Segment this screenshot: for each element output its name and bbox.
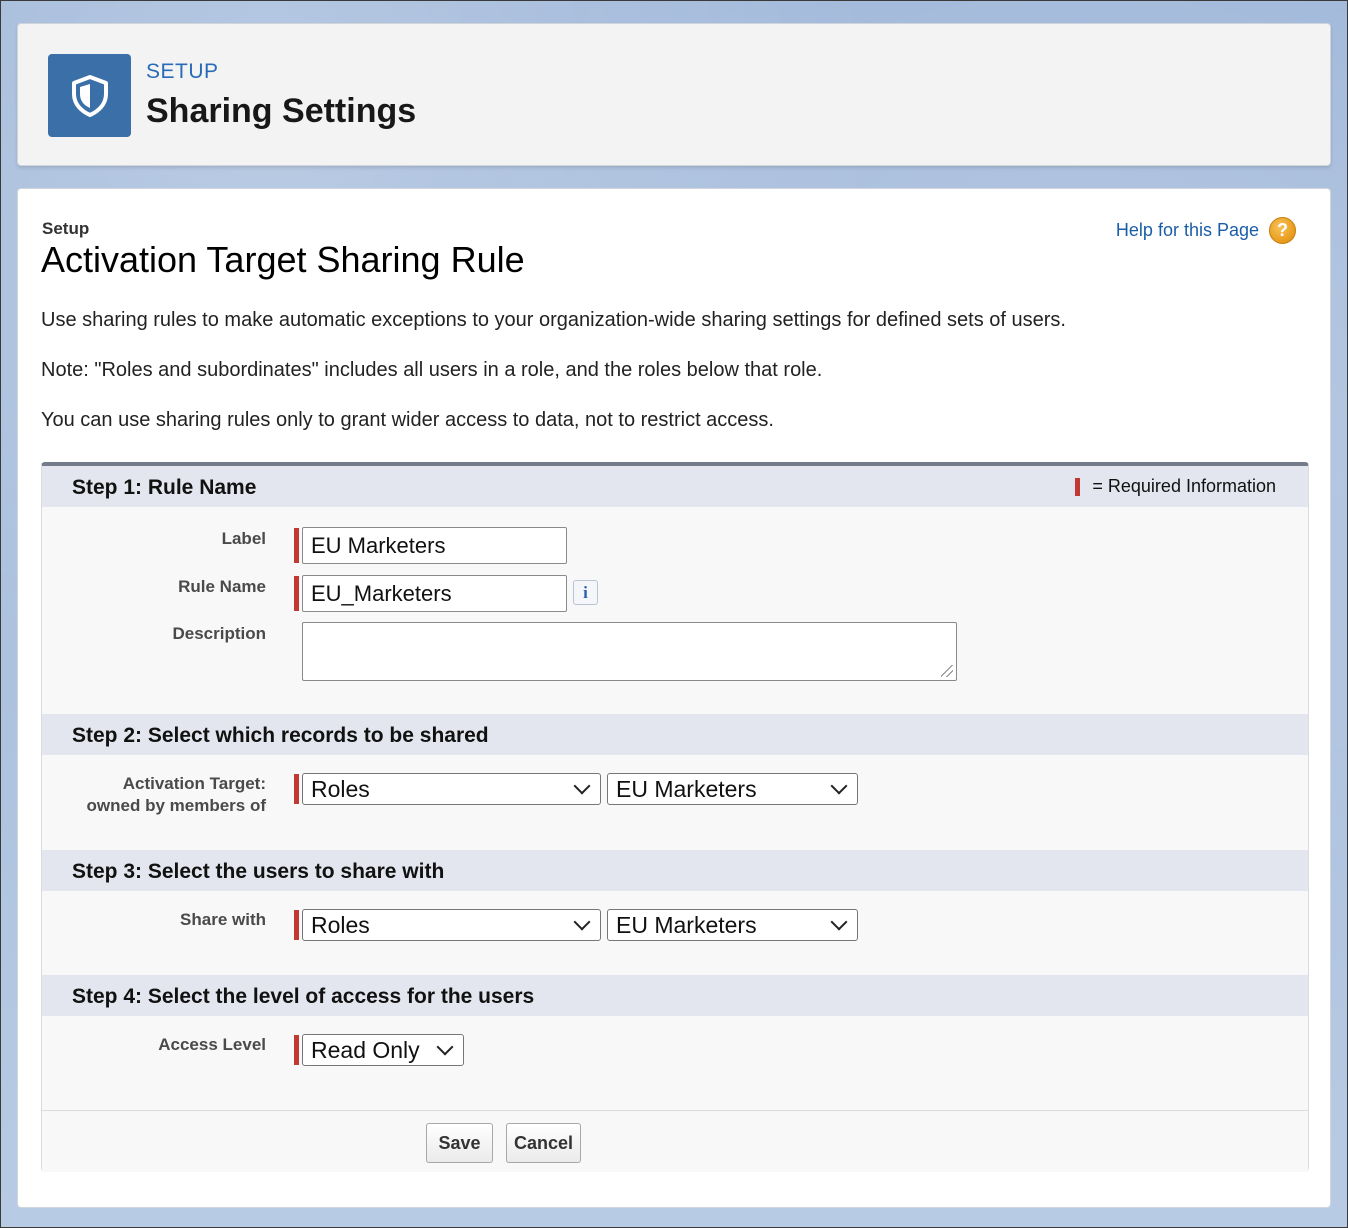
required-marker — [294, 774, 299, 804]
access-level-select[interactable]: Read Only — [302, 1034, 464, 1066]
rule-name-input[interactable] — [302, 575, 567, 612]
help-question-icon[interactable]: ? — [1269, 217, 1296, 244]
chevron-down-icon — [830, 913, 848, 931]
breadcrumb: Setup — [42, 219, 90, 238]
page-title: Activation Target Sharing Rule — [41, 239, 525, 280]
step4-header: Step 4: Select the level of access for t… — [42, 975, 1308, 1016]
description-textarea[interactable] — [302, 622, 957, 681]
chevron-down-icon — [573, 777, 591, 795]
owned-by-label-line1: Activation Target: — [122, 774, 266, 793]
cancel-button[interactable]: Cancel — [506, 1123, 581, 1163]
chevron-down-icon — [830, 777, 848, 795]
step2-title: Step 2: Select which records to be share… — [72, 724, 489, 747]
required-legend-text: = Required Information — [1092, 476, 1276, 496]
intro-text-2: Note: "Roles and subordinates" includes … — [41, 359, 823, 381]
chevron-down-icon — [573, 913, 591, 931]
header-title: Sharing Settings — [146, 92, 417, 130]
main-content: Setup Activation Target Sharing Rule Hel… — [17, 188, 1331, 1208]
required-marker — [294, 910, 299, 940]
required-marker — [1075, 477, 1081, 496]
share-with-field-label: Share with — [180, 910, 266, 929]
share-with-type-value: Roles — [311, 911, 370, 938]
required-marker — [294, 528, 299, 563]
intro-text-3: You can use sharing rules only to grant … — [41, 409, 774, 431]
help-link[interactable]: Help for this Page ? — [1116, 217, 1296, 244]
step4-title: Step 4: Select the level of access for t… — [72, 985, 535, 1008]
step1-title: Step 1: Rule Name — [72, 476, 257, 499]
sharing-rule-form: Step 1: Rule Name = Required Information… — [41, 462, 1309, 1172]
access-level-value: Read Only — [311, 1036, 420, 1063]
step2-header: Step 2: Select which records to be share… — [42, 714, 1308, 755]
header-eyebrow: SETUP — [146, 60, 219, 83]
owned-by-group-select[interactable]: EU Marketers — [607, 773, 858, 805]
owned-by-type-value: Roles — [311, 775, 370, 802]
owned-by-label-line2: owned by members of — [86, 796, 266, 815]
access-level-field-label: Access Level — [158, 1035, 266, 1054]
rule-name-field-label: Rule Name — [178, 577, 266, 596]
step3-title: Step 3: Select the users to share with — [72, 860, 445, 883]
chevron-down-icon — [436, 1038, 454, 1056]
owned-by-type-select[interactable]: Roles — [302, 773, 601, 805]
info-icon[interactable]: i — [573, 580, 598, 605]
save-button[interactable]: Save — [426, 1123, 493, 1163]
share-with-group-value: EU Marketers — [616, 911, 757, 938]
shield-icon — [48, 54, 131, 137]
page-header: SETUP Sharing Settings — [17, 23, 1331, 166]
step1-header: Step 1: Rule Name = Required Information — [42, 466, 1308, 507]
required-marker — [294, 1035, 299, 1065]
label-field-label: Label — [221, 529, 266, 548]
form-button-row: Save Cancel — [42, 1110, 1308, 1172]
share-with-group-select[interactable]: EU Marketers — [607, 909, 858, 941]
owned-by-field-label: Activation Target: owned by members of — [87, 773, 266, 817]
help-link-label[interactable]: Help for this Page — [1116, 220, 1259, 241]
step3-header: Step 3: Select the users to share with — [42, 850, 1308, 891]
owned-by-group-value: EU Marketers — [616, 775, 757, 802]
intro-text-1: Use sharing rules to make automatic exce… — [41, 309, 1066, 331]
label-input[interactable] — [302, 527, 567, 564]
required-marker — [294, 576, 299, 611]
description-field-label: Description — [172, 624, 266, 643]
share-with-type-select[interactable]: Roles — [302, 909, 601, 941]
required-legend: = Required Information — [1075, 476, 1276, 497]
resize-handle-icon[interactable] — [941, 665, 953, 677]
